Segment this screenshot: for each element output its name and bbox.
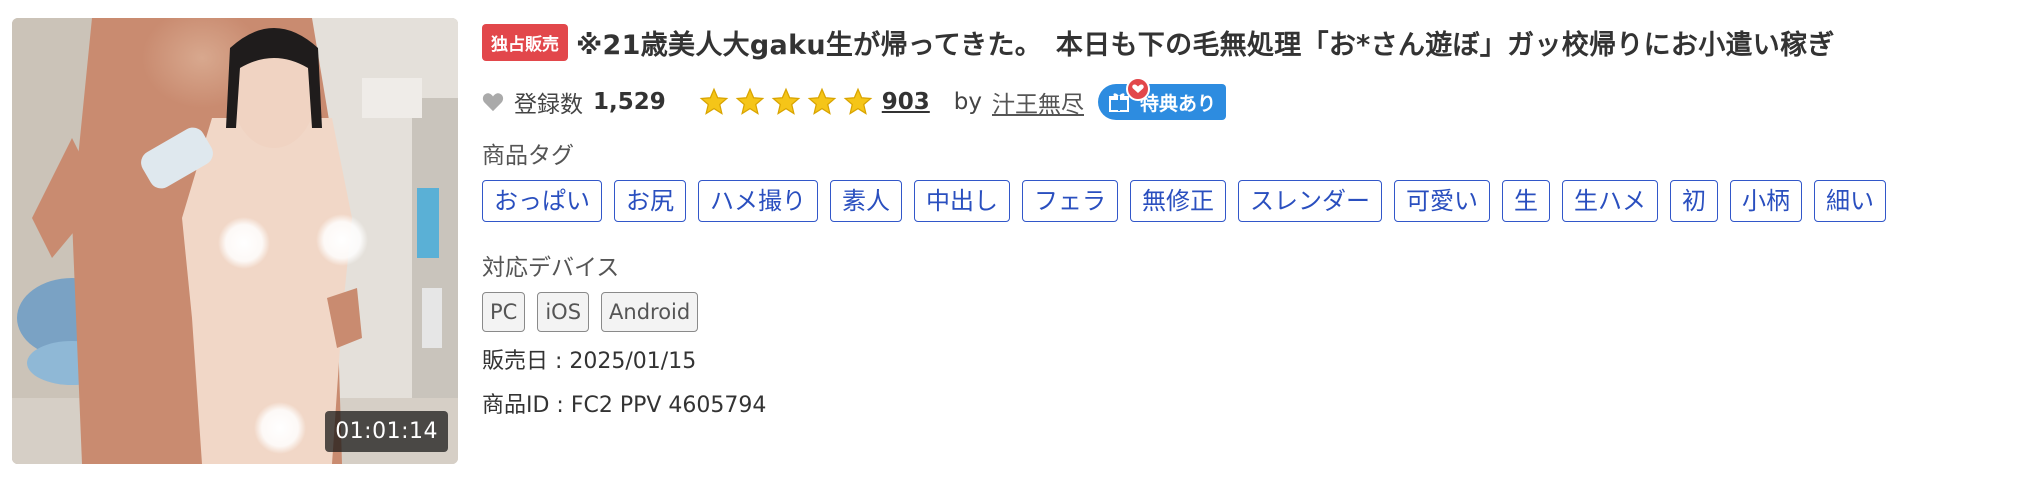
seller-link[interactable]: 汁王無尽 — [992, 85, 1084, 119]
tag-item[interactable]: 可愛い — [1394, 180, 1490, 222]
star-icon — [699, 87, 729, 115]
gift-icon — [1102, 77, 1150, 119]
release-date: 販売日 : 2025/01/15 — [482, 349, 697, 374]
tags-section-label: 商品タグ — [482, 143, 574, 169]
device-badge: iOS — [537, 292, 590, 332]
device-badge: PC — [482, 292, 526, 332]
devices-section-label: 対応デバイス — [482, 255, 620, 281]
device-badge: Android — [601, 292, 699, 332]
tag-item[interactable]: 小柄 — [1730, 180, 1802, 222]
device-list: PC iOS Android — [482, 292, 2002, 332]
tag-list: おっぱい お尻 ハメ撮り 素人 中出し フェラ 無修正 スレンダー 可愛い生生ハメ初小柄 細い — [482, 180, 2002, 222]
product-id: 商品ID : FC2 PPV 4605794 — [482, 393, 767, 418]
tag-item[interactable]: 生 — [1502, 180, 1550, 222]
registrations-label: 登録数 — [514, 92, 583, 118]
product-info: 独占販売 ※21歳美人大gaku生が帰ってきた。 本日も下の毛無処理「お*さん遊… — [482, 20, 2002, 422]
review-count-link[interactable]: 903 — [882, 89, 930, 115]
registrations-count: 1,529 — [593, 89, 666, 115]
tag-item[interactable]: 無修正 — [1130, 180, 1226, 222]
tag-item[interactable]: おっぱい — [482, 180, 602, 222]
star-icon — [807, 87, 837, 115]
star-icon — [843, 87, 873, 115]
rating-stars — [698, 87, 878, 117]
bonus-badge[interactable]: 特典あり — [1098, 77, 1227, 120]
heart-icon[interactable] — [482, 92, 504, 112]
tag-item[interactable]: ハメ撮り — [698, 180, 818, 222]
tag-item[interactable]: 素人 — [830, 180, 902, 222]
product-thumbnail[interactable]: 01:01:14 — [12, 18, 458, 464]
star-icon — [735, 87, 765, 115]
star-icon — [771, 87, 801, 115]
tag-item[interactable]: お尻 — [614, 180, 686, 222]
duration-label: 01:01:14 — [325, 411, 448, 452]
heart-badge-icon — [1126, 77, 1150, 101]
title-row: 独占販売 ※21歳美人大gaku生が帰ってきた。 本日も下の毛無処理「お*さん遊… — [482, 20, 2002, 64]
meta-row: 登録数 1,529 903 by 汁王無尽 特典あり — [482, 77, 2002, 122]
tag-item[interactable]: 初 — [1670, 180, 1718, 222]
tag-item[interactable]: 中出し — [914, 180, 1010, 222]
by-label: by — [953, 89, 982, 115]
tag-item[interactable]: 細い — [1814, 180, 1886, 222]
product-card: 01:01:14 独占販売 ※21歳美人大gaku生が帰ってきた。 本日も下の毛… — [0, 0, 2018, 486]
tag-item[interactable]: 生ハメ — [1562, 180, 1658, 222]
thumbnail-image — [12, 18, 458, 464]
tag-item[interactable]: フェラ — [1022, 180, 1118, 222]
product-title[interactable]: ※21歳美人大gaku生が帰ってきた。 本日も下の毛無処理「お*さん遊ぼ」ガッ校… — [576, 23, 1835, 62]
exclusive-badge: 独占販売 — [482, 23, 568, 61]
tag-item[interactable]: スレンダー — [1238, 180, 1382, 222]
bonus-label: 特典あり — [1140, 92, 1217, 115]
